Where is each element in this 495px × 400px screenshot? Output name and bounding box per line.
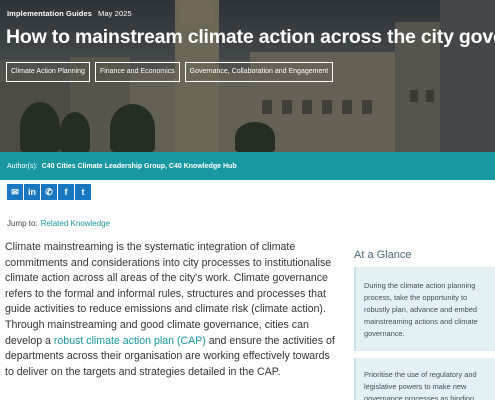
tag-climate-action-planning[interactable]: Climate Action Planning <box>6 62 90 82</box>
glance-card: Prioritise the use of regulatory and leg… <box>354 358 495 400</box>
facebook-icon[interactable]: f <box>58 184 74 200</box>
glance-heading: At a Glance <box>354 249 412 261</box>
tag-governance[interactable]: Governance, Collaboration and Engagement <box>184 62 334 82</box>
author-bar: Author(s): C40 Cities Climate Leadership … <box>0 152 495 180</box>
tag-finance-economics[interactable]: Finance and Economics <box>94 62 180 82</box>
publish-date: May 2025 <box>98 9 132 18</box>
cap-link[interactable]: robust climate action plan (CAP) <box>54 335 206 347</box>
intro-text-part1: Climate mainstreaming is the systematic … <box>5 241 332 347</box>
glance-card: During the climate action planning proce… <box>354 267 495 351</box>
hero-banner: Implementation Guides May 2025 How to mai… <box>0 0 495 152</box>
email-icon[interactable]: ✉ <box>7 184 23 200</box>
intro-paragraph: Climate mainstreaming is the systematic … <box>5 240 335 380</box>
author-names: C40 Cities Climate Leadership Group, C40… <box>41 163 237 170</box>
twitter-icon[interactable]: t <box>75 184 91 200</box>
jump-link-related-knowledge[interactable]: Related Knowledge <box>41 219 110 228</box>
jump-to: Jump to: Related Knowledge <box>7 219 110 228</box>
tag-list: Climate Action Planning Finance and Econ… <box>6 62 334 82</box>
hero-meta: Implementation Guides May 2025 <box>7 9 132 18</box>
share-bar: ✉ in ✆ f t <box>7 184 91 200</box>
category-label[interactable]: Implementation Guides <box>7 9 92 18</box>
page-title: How to mainstream climate action across … <box>6 26 495 48</box>
linkedin-icon[interactable]: in <box>24 184 40 200</box>
jump-label: Jump to: <box>7 219 38 228</box>
whatsapp-icon[interactable]: ✆ <box>41 184 57 200</box>
author-label: Author(s): <box>7 163 38 170</box>
